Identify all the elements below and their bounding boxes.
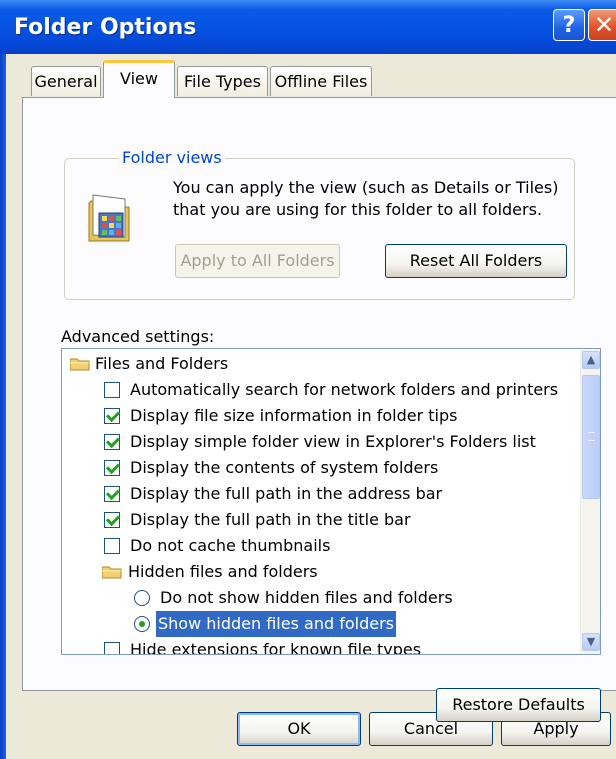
setting-label: Hide extensions for known file types <box>130 640 422 655</box>
setting-label: Display the full path in the address bar <box>130 484 443 503</box>
folder-views-group: Folder views You can apply the view (suc… <box>64 148 575 300</box>
vertical-scrollbar[interactable]: ▲ ▼ <box>580 349 600 654</box>
setting-label: Display the full path in the title bar <box>130 510 411 529</box>
tab-general[interactable]: General <box>31 66 101 96</box>
list-item-label: Hidden files and folders <box>128 562 318 581</box>
list-item-files-and-folders: Files and Folders <box>62 351 578 377</box>
setting-label: Do not cache thumbnails <box>130 536 331 555</box>
scrollbar-thumb[interactable] <box>582 375 600 499</box>
checkbox[interactable] <box>104 460 120 476</box>
setting-full-path-title-bar[interactable]: Display the full path in the title bar <box>62 507 578 533</box>
folder-view-icon <box>88 194 130 242</box>
apply-to-all-folders-button[interactable]: Apply to All Folders <box>175 244 340 278</box>
tab-view[interactable]: View <box>103 60 175 98</box>
setting-file-size-folder-tips[interactable]: Display file size information in folder … <box>62 403 578 429</box>
setting-do-not-show-hidden[interactable]: Do not show hidden files and folders <box>62 585 578 611</box>
dialog-body: General View File Types Offline Files Fo… <box>6 54 616 759</box>
scroll-up-arrow-icon[interactable]: ▲ <box>582 351 600 369</box>
setting-label: Display the contents of system folders <box>130 458 439 477</box>
checkbox[interactable] <box>104 408 120 424</box>
title-bar[interactable]: Folder Options ? ✕ <box>0 0 616 54</box>
ok-button[interactable]: OK <box>237 712 361 746</box>
setting-label: Show hidden files and folders <box>156 611 396 637</box>
setting-simple-folder-view[interactable]: Display simple folder view in Explorer's… <box>62 429 578 455</box>
close-button[interactable]: ✕ <box>588 9 616 41</box>
tab-offline-files[interactable]: Offline Files <box>270 66 372 96</box>
setting-full-path-address-bar[interactable]: Display the full path in the address bar <box>62 481 578 507</box>
checkbox[interactable] <box>104 382 120 398</box>
folder-views-legend: Folder views <box>119 148 225 167</box>
advanced-settings-label: Advanced settings: <box>61 327 215 346</box>
scroll-down-arrow-icon[interactable]: ▼ <box>582 633 600 651</box>
advanced-settings-list[interactable]: Files and Folders Automatically search f… <box>61 348 601 655</box>
folder-views-description: You can apply the view (such as Details … <box>173 178 559 219</box>
radio-button[interactable] <box>134 616 150 632</box>
checkbox[interactable] <box>104 434 120 450</box>
setting-no-cache-thumbnails[interactable]: Do not cache thumbnails <box>62 533 578 559</box>
folder-icon <box>102 566 122 579</box>
list-item-label: Files and Folders <box>95 354 229 373</box>
checkbox[interactable] <box>104 486 120 502</box>
checkbox[interactable] <box>104 538 120 554</box>
window-title: Folder Options <box>14 15 197 40</box>
list-item-hidden-files-and-folders: Hidden files and folders <box>62 559 578 585</box>
checkbox[interactable] <box>104 512 120 528</box>
setting-label: Display file size information in folder … <box>130 406 458 425</box>
setting-hide-extensions[interactable]: Hide extensions for known file types <box>62 637 578 655</box>
reset-all-folders-button[interactable]: Reset All Folders <box>385 244 567 278</box>
setting-label: Automatically search for network folders… <box>130 380 559 399</box>
radio-button[interactable] <box>134 590 150 606</box>
help-button[interactable]: ? <box>553 9 585 41</box>
window-frame: Folder Options ? ✕ General View File Typ… <box>0 0 616 759</box>
folder-icon <box>70 358 90 371</box>
tab-file-types[interactable]: File Types <box>177 66 268 96</box>
setting-system-folder-contents[interactable]: Display the contents of system folders <box>62 455 578 481</box>
checkbox[interactable] <box>104 642 120 654</box>
setting-auto-search-network[interactable]: Automatically search for network folders… <box>62 377 578 403</box>
setting-label: Do not show hidden files and folders <box>160 588 453 607</box>
setting-show-hidden[interactable]: Show hidden files and folders <box>62 611 578 637</box>
setting-label: Display simple folder view in Explorer's… <box>130 432 536 451</box>
view-tab-panel: Folder views You can apply the view (suc… <box>22 97 616 722</box>
restore-defaults-button[interactable]: Restore Defaults <box>436 688 601 722</box>
